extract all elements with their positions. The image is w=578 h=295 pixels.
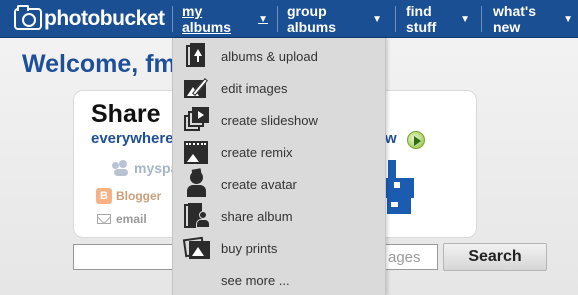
blogger-link[interactable]: B Blogger	[96, 188, 161, 204]
menu-item-see-more[interactable]: see more ...	[173, 264, 387, 295]
nav-find-stuff[interactable]: find stuff ▼	[396, 0, 480, 38]
share-album-icon	[184, 203, 210, 229]
nav-group-albums-label: group albums	[287, 3, 337, 35]
menu-item-create-slideshow[interactable]: create slideshow	[173, 104, 387, 136]
menu-label: edit images	[221, 80, 288, 96]
menu-label: create avatar	[221, 176, 297, 192]
envelope-icon	[97, 214, 111, 224]
menu-label: share album	[221, 208, 293, 224]
caret-down-icon: ▼	[372, 13, 382, 25]
nav-separator	[481, 6, 482, 32]
menu-item-create-remix[interactable]: create remix	[173, 136, 387, 168]
page: photobucket my albums ▼ group albums ▼ f…	[0, 0, 578, 295]
menu-label: create remix	[221, 144, 293, 160]
myspace-people-icon	[112, 160, 132, 176]
menu-item-edit-images[interactable]: edit images	[173, 72, 387, 104]
photobucket-logo[interactable]: photobucket	[14, 5, 165, 31]
camera-icon	[14, 5, 42, 30]
email-link[interactable]: email	[97, 212, 147, 226]
remix-icon	[184, 139, 210, 165]
go-arrow-icon[interactable]	[407, 131, 425, 149]
avatar-icon	[184, 168, 210, 197]
search-button[interactable]: Search	[443, 243, 547, 271]
caret-down-icon: ▼	[460, 13, 470, 25]
nav-find-stuff-label: find stuff	[406, 3, 437, 35]
robot-illustration	[384, 160, 414, 214]
nav-whats-new-label: what's new	[493, 3, 537, 35]
menu-item-albums-upload[interactable]: albums & upload	[173, 40, 387, 72]
edit-images-icon	[184, 75, 210, 101]
menu-item-buy-prints[interactable]: buy prints	[173, 232, 387, 264]
share-title: Share	[91, 100, 161, 128]
share-subtitle: everywhere	[91, 130, 174, 147]
albums-upload-icon	[184, 43, 210, 69]
welcome-heading: Welcome, fm	[22, 50, 176, 78]
blogger-label: Blogger	[116, 189, 162, 203]
nav-group-albums[interactable]: group albums ▼	[277, 0, 392, 38]
nav-whats-new[interactable]: what's new ▼	[483, 0, 578, 38]
caret-down-icon: ▼	[258, 13, 268, 25]
top-nav-bar: photobucket my albums ▼ group albums ▼ f…	[0, 0, 578, 38]
search-placeholder: ages	[388, 249, 421, 266]
menu-label: buy prints	[221, 240, 278, 256]
email-label: email	[116, 212, 147, 226]
menu-item-create-avatar[interactable]: create avatar	[173, 168, 387, 200]
logo-text: photobucket	[44, 7, 165, 30]
slideshow-icon	[184, 107, 210, 133]
menu-item-share-album[interactable]: share album	[173, 200, 387, 232]
nav-my-albums-label: my albums	[182, 3, 232, 35]
menu-label: see more ...	[221, 272, 290, 288]
buy-prints-icon	[182, 235, 210, 261]
nav-my-albums[interactable]: my albums ▼	[172, 0, 278, 38]
menu-label: create slideshow	[221, 112, 318, 128]
menu-label: albums & upload	[221, 48, 318, 64]
caret-down-icon: ▼	[563, 13, 573, 25]
blogger-icon: B	[96, 188, 112, 204]
my-albums-dropdown: albums & upload edit images create slide…	[172, 38, 386, 295]
